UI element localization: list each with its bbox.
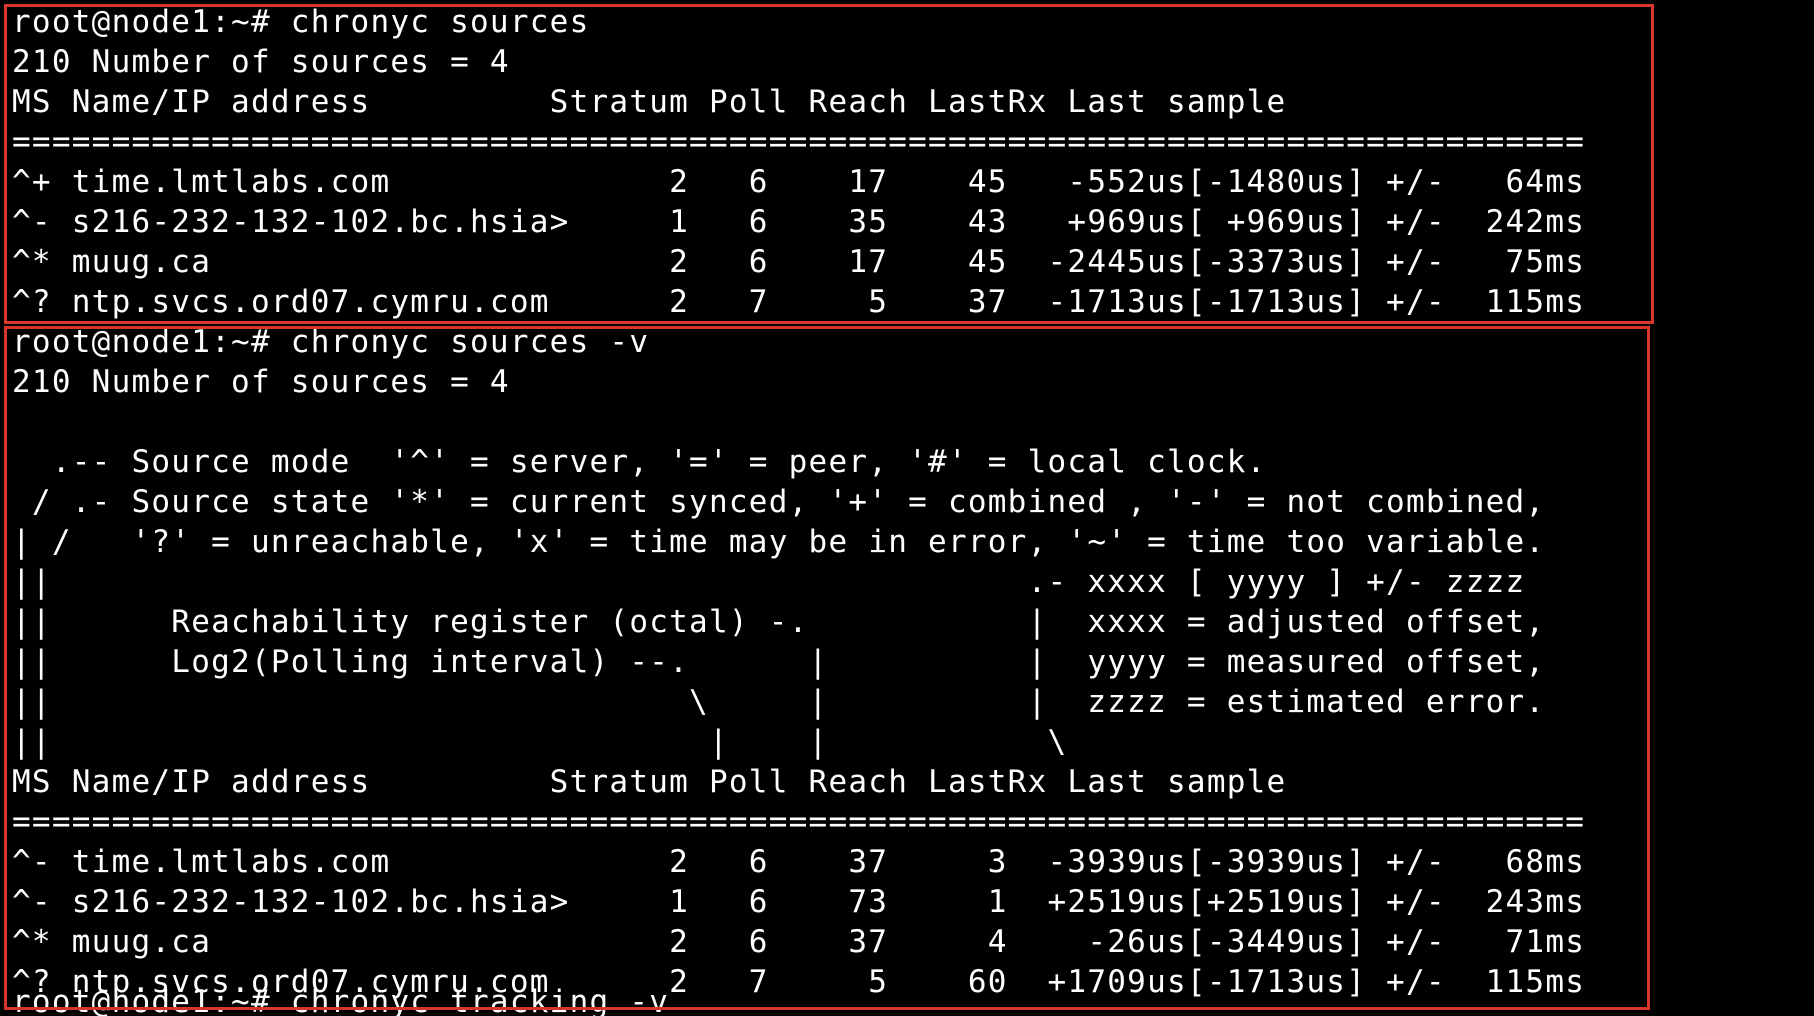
table-separator: ========================================… [12, 804, 1586, 840]
legend-line: || | | \ [12, 724, 1068, 760]
table-row: ^- s216-232-132-102.bc.hsia> 1 6 35 43 +… [12, 204, 1586, 240]
table-header: MS Name/IP address Stratum Poll Reach La… [12, 764, 1287, 800]
legend-line: .-- Source mode '^' = server, '=' = peer… [12, 444, 1267, 480]
legend-line: || \ | | zzzz = estimated error. [12, 684, 1546, 720]
next-prompt-partial: root@node1:~# chronyc tracking -v [0, 982, 1814, 1016]
table-separator: ========================================… [12, 124, 1586, 160]
shell-prompt-line: root@node1:~# chronyc sources -v [12, 324, 650, 360]
legend-line: || Reachability register (octal) -. | xx… [12, 604, 1546, 640]
terminal-window[interactable]: root@node1:~# chronyc sources 210 Number… [0, 0, 1814, 1016]
chronyc-sources-verbose-output: root@node1:~# chronyc sources -v 210 Num… [0, 322, 1814, 1002]
shell-prompt-line: root@node1:~# chronyc tracking -v [12, 984, 670, 1016]
table-row: ^- time.lmtlabs.com 2 6 37 3 -3939us[-39… [12, 844, 1586, 880]
shell-prompt-line: root@node1:~# chronyc sources [12, 4, 590, 40]
table-row: ^+ time.lmtlabs.com 2 6 17 45 -552us[-14… [12, 164, 1586, 200]
table-row: ^- s216-232-132-102.bc.hsia> 1 6 73 1 +2… [12, 884, 1586, 920]
table-row: ^? ntp.svcs.ord07.cymru.com 2 7 5 37 -17… [12, 284, 1586, 320]
source-count-line: 210 Number of sources = 4 [12, 44, 510, 80]
source-count-line: 210 Number of sources = 4 [12, 364, 510, 400]
legend-line: || Log2(Polling interval) --. | | yyyy =… [12, 644, 1546, 680]
table-row: ^* muug.ca 2 6 37 4 -26us[-3449us] +/- 7… [12, 924, 1586, 960]
legend-line: || .- xxxx [ yyyy ] +/- zzzz [12, 564, 1526, 600]
table-header: MS Name/IP address Stratum Poll Reach La… [12, 84, 1287, 120]
legend-line: / .- Source state '*' = current synced, … [12, 484, 1546, 520]
chronyc-sources-output: root@node1:~# chronyc sources 210 Number… [0, 2, 1814, 322]
table-row: ^* muug.ca 2 6 17 45 -2445us[-3373us] +/… [12, 244, 1586, 280]
legend-line: | / '?' = unreachable, 'x' = time may be… [12, 524, 1546, 560]
